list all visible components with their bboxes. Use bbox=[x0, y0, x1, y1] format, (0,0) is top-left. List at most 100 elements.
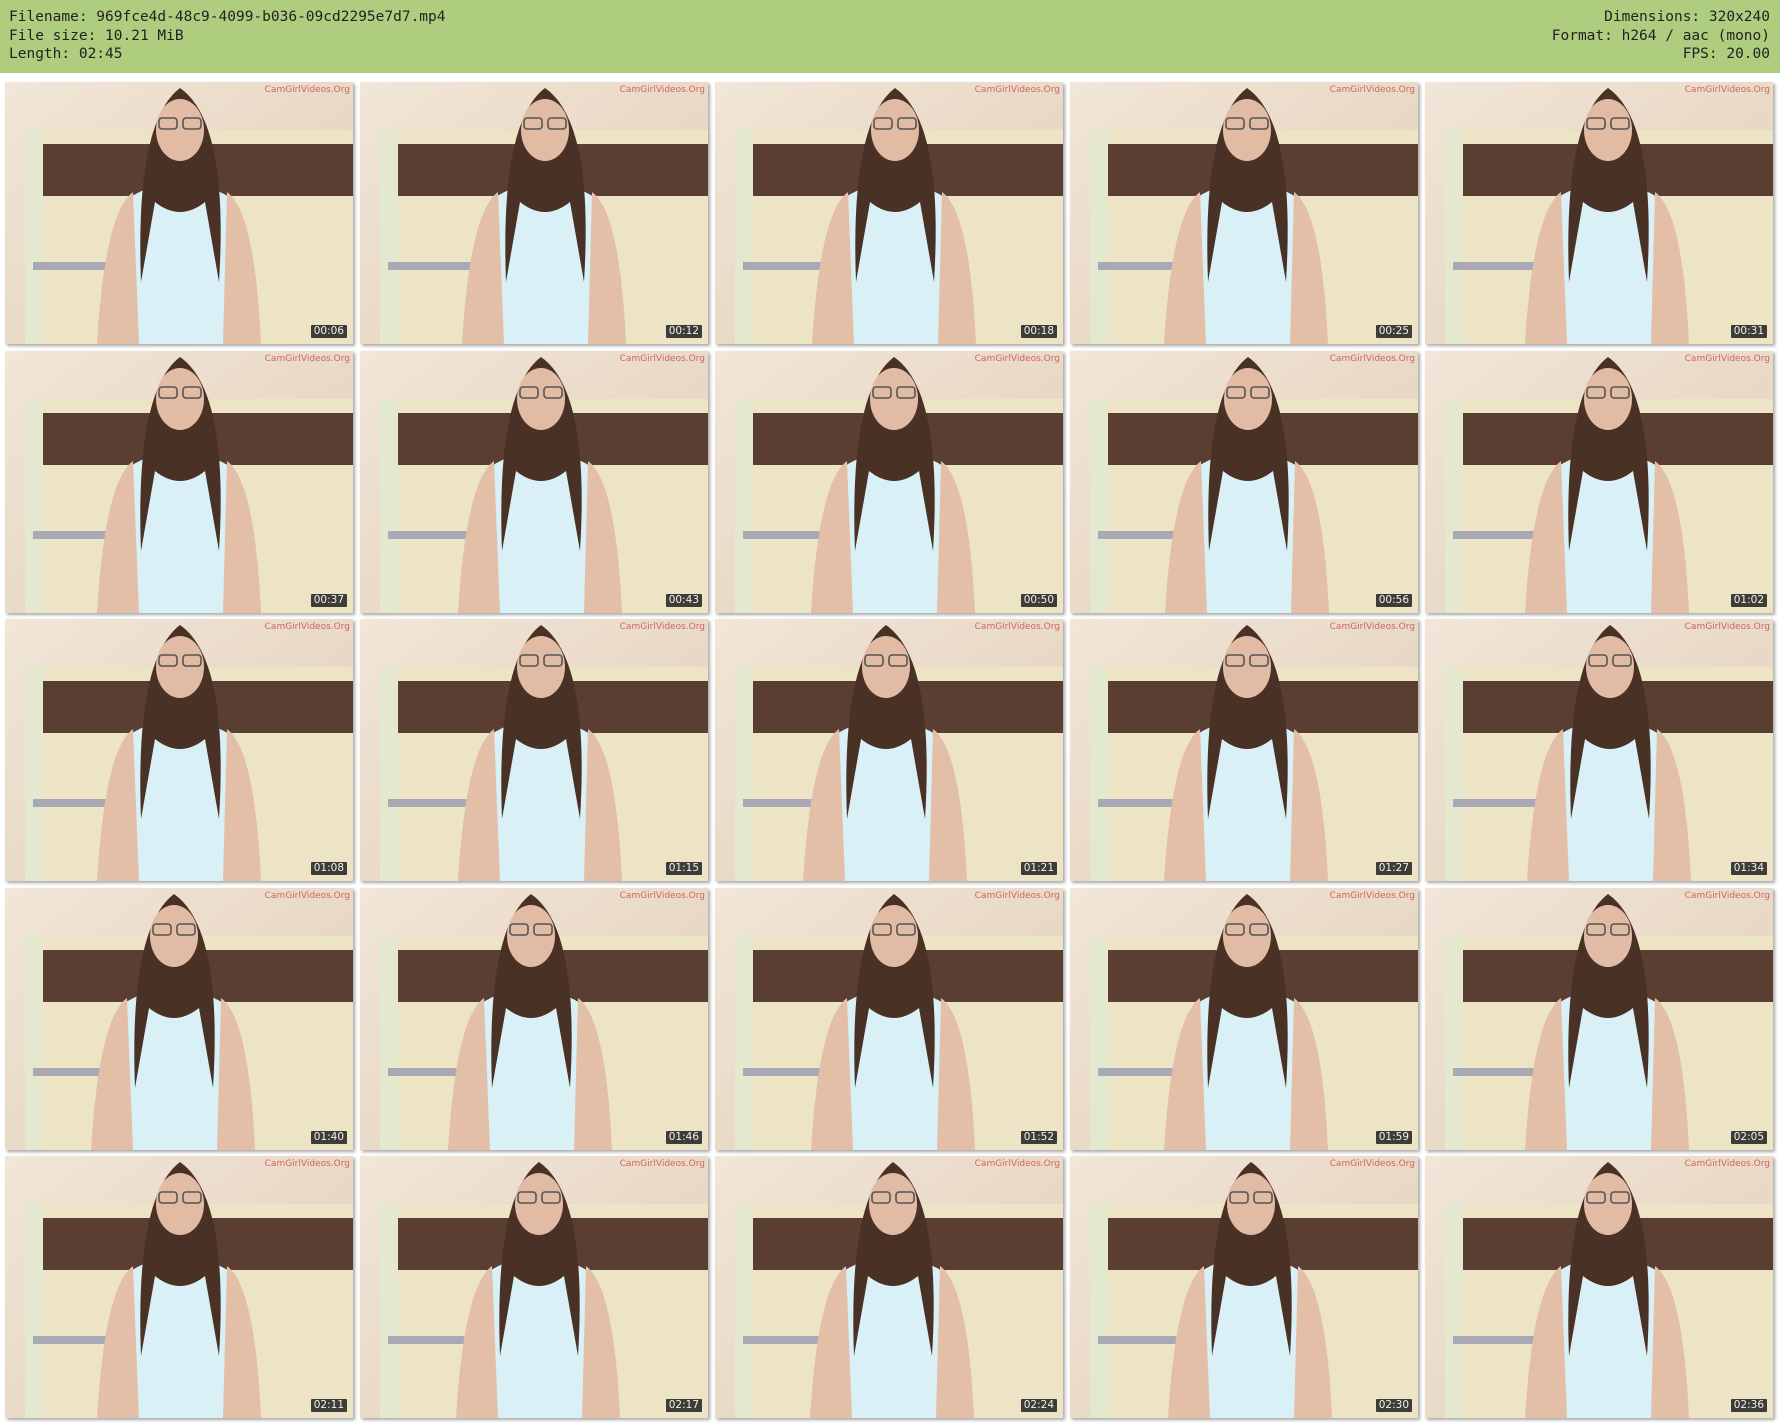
watermark-text: CamGirlVideos.Org bbox=[264, 622, 350, 632]
thumbnail: CamGirlVideos.Org 02:17 bbox=[360, 1156, 708, 1418]
thumbnail: CamGirlVideos.Org 01:15 bbox=[360, 619, 708, 881]
watermark-text: CamGirlVideos.Org bbox=[974, 622, 1060, 632]
meta-right: Dimensions: 320x240 Format: h264 / aac (… bbox=[1552, 8, 1770, 64]
timestamp-label: 02:11 bbox=[310, 1399, 347, 1412]
timestamp-label: 01:15 bbox=[665, 862, 702, 875]
thumbnail: CamGirlVideos.Org 00:31 bbox=[1425, 82, 1773, 344]
thumbnail: CamGirlVideos.Org 02:36 bbox=[1425, 1156, 1773, 1418]
timestamp-label: 00:37 bbox=[310, 593, 347, 607]
timestamp-label: 02:17 bbox=[665, 1399, 702, 1412]
timestamp-label: 00:43 bbox=[665, 593, 702, 607]
video-frame-image bbox=[5, 887, 353, 1150]
watermark-text: CamGirlVideos.Org bbox=[1329, 85, 1415, 95]
thumbnail: CamGirlVideos.Org 01:27 bbox=[1070, 619, 1418, 881]
filename-text: Filename: 969fce4d-48c9-4099-b036-09cd22… bbox=[9, 9, 446, 25]
thumbnail: CamGirlVideos.Org 00:50 bbox=[715, 350, 1063, 613]
watermark-text: CamGirlVideos.Org bbox=[1684, 353, 1770, 364]
video-frame-image bbox=[1070, 887, 1418, 1150]
video-frame-image bbox=[1070, 1156, 1418, 1418]
watermark-text: CamGirlVideos.Org bbox=[1329, 890, 1415, 901]
video-frame-image bbox=[360, 619, 708, 881]
timestamp-label: 00:18 bbox=[1020, 325, 1057, 338]
video-frame-image bbox=[360, 82, 708, 344]
video-frame-image bbox=[1425, 82, 1773, 344]
video-frame-image bbox=[5, 619, 353, 881]
thumbnail: CamGirlVideos.Org 01:59 bbox=[1070, 887, 1418, 1150]
watermark-text: CamGirlVideos.Org bbox=[1329, 353, 1415, 364]
watermark-text: CamGirlVideos.Org bbox=[264, 85, 350, 95]
watermark-text: CamGirlVideos.Org bbox=[619, 353, 705, 364]
timestamp-label: 00:12 bbox=[665, 325, 702, 338]
video-frame-image bbox=[1425, 619, 1773, 881]
video-frame-image bbox=[715, 82, 1063, 344]
video-frame-image bbox=[1070, 82, 1418, 344]
video-frame-image bbox=[715, 887, 1063, 1150]
fps-text: FPS: 20.00 bbox=[1682, 46, 1770, 62]
info-header: Filename: 969fce4d-48c9-4099-b036-09cd22… bbox=[0, 0, 1780, 73]
thumbnail: CamGirlVideos.Org 02:05 bbox=[1425, 887, 1773, 1150]
watermark-text: CamGirlVideos.Org bbox=[1684, 622, 1770, 632]
timestamp-label: 01:27 bbox=[1375, 862, 1412, 875]
timestamp-label: 02:30 bbox=[1375, 1399, 1412, 1412]
thumbnail: CamGirlVideos.Org 00:43 bbox=[360, 350, 708, 613]
video-frame-image bbox=[1425, 350, 1773, 613]
timestamp-label: 01:59 bbox=[1375, 1130, 1412, 1144]
video-frame-image bbox=[360, 350, 708, 613]
video-frame-image bbox=[1425, 887, 1773, 1150]
video-frame-image bbox=[360, 887, 708, 1150]
watermark-text: CamGirlVideos.Org bbox=[264, 353, 350, 364]
watermark-text: CamGirlVideos.Org bbox=[1684, 85, 1770, 95]
thumbnail: CamGirlVideos.Org 01:46 bbox=[360, 887, 708, 1150]
video-frame-image bbox=[1070, 350, 1418, 613]
watermark-text: CamGirlVideos.Org bbox=[619, 622, 705, 632]
video-frame-image bbox=[715, 619, 1063, 881]
thumbnail-grid: CamGirlVideos.Org 00:06 CamGirlVideos.Org 0… bbox=[5, 82, 1773, 1418]
watermark-text: CamGirlVideos.Org bbox=[619, 1159, 705, 1169]
video-frame-image bbox=[360, 1156, 708, 1418]
watermark-text: CamGirlVideos.Org bbox=[974, 85, 1060, 95]
watermark-text: CamGirlVideos.Org bbox=[264, 890, 350, 901]
video-frame-image bbox=[5, 350, 353, 613]
thumbnail: CamGirlVideos.Org 02:30 bbox=[1070, 1156, 1418, 1418]
timestamp-label: 01:21 bbox=[1020, 862, 1057, 875]
thumbnail: CamGirlVideos.Org 00:18 bbox=[715, 82, 1063, 344]
timestamp-label: 02:36 bbox=[1730, 1399, 1767, 1412]
video-frame-image bbox=[5, 1156, 353, 1418]
thumbnail: CamGirlVideos.Org 01:02 bbox=[1425, 350, 1773, 613]
thumbnail: CamGirlVideos.Org 00:06 bbox=[5, 82, 353, 344]
video-frame-image bbox=[1070, 619, 1418, 881]
meta-left: Filename: 969fce4d-48c9-4099-b036-09cd22… bbox=[9, 8, 446, 64]
watermark-text: CamGirlVideos.Org bbox=[619, 890, 705, 901]
thumbnail: CamGirlVideos.Org 01:08 bbox=[5, 619, 353, 881]
video-frame-image bbox=[715, 350, 1063, 613]
timestamp-label: 00:06 bbox=[310, 325, 347, 338]
thumbnail: CamGirlVideos.Org 01:21 bbox=[715, 619, 1063, 881]
watermark-text: CamGirlVideos.Org bbox=[1684, 890, 1770, 901]
file-size-text: File size: 10.21 MiB bbox=[9, 27, 184, 44]
timestamp-label: 02:05 bbox=[1730, 1130, 1767, 1144]
timestamp-label: 00:50 bbox=[1020, 593, 1057, 607]
watermark-text: CamGirlVideos.Org bbox=[974, 890, 1060, 901]
watermark-text: CamGirlVideos.Org bbox=[974, 353, 1060, 364]
thumbnail: CamGirlVideos.Org 00:12 bbox=[360, 82, 708, 344]
thumbnail: CamGirlVideos.Org 00:37 bbox=[5, 350, 353, 613]
thumbnail: CamGirlVideos.Org 00:56 bbox=[1070, 350, 1418, 613]
thumbnail: CamGirlVideos.Org 01:34 bbox=[1425, 619, 1773, 881]
watermark-text: CamGirlVideos.Org bbox=[974, 1159, 1060, 1169]
timestamp-label: 01:40 bbox=[310, 1130, 347, 1144]
thumbnail: CamGirlVideos.Org 00:25 bbox=[1070, 82, 1418, 344]
timestamp-label: 00:25 bbox=[1375, 325, 1412, 338]
timestamp-label: 00:56 bbox=[1375, 593, 1412, 607]
thumbnail: CamGirlVideos.Org 02:24 bbox=[715, 1156, 1063, 1418]
watermark-text: CamGirlVideos.Org bbox=[264, 1159, 350, 1169]
thumbnail: CamGirlVideos.Org 01:52 bbox=[715, 887, 1063, 1150]
video-frame-image bbox=[5, 82, 353, 344]
video-frame-image bbox=[1425, 1156, 1773, 1418]
watermark-text: CamGirlVideos.Org bbox=[1329, 1159, 1415, 1169]
watermark-text: CamGirlVideos.Org bbox=[619, 85, 705, 95]
dimensions-text: Dimensions: 320x240 bbox=[1604, 9, 1770, 25]
format-text: Format: h264 / aac (mono) bbox=[1551, 27, 1770, 44]
thumbnail: CamGirlVideos.Org 01:40 bbox=[5, 887, 353, 1150]
watermark-text: CamGirlVideos.Org bbox=[1329, 622, 1415, 632]
timestamp-label: 01:34 bbox=[1730, 862, 1767, 875]
